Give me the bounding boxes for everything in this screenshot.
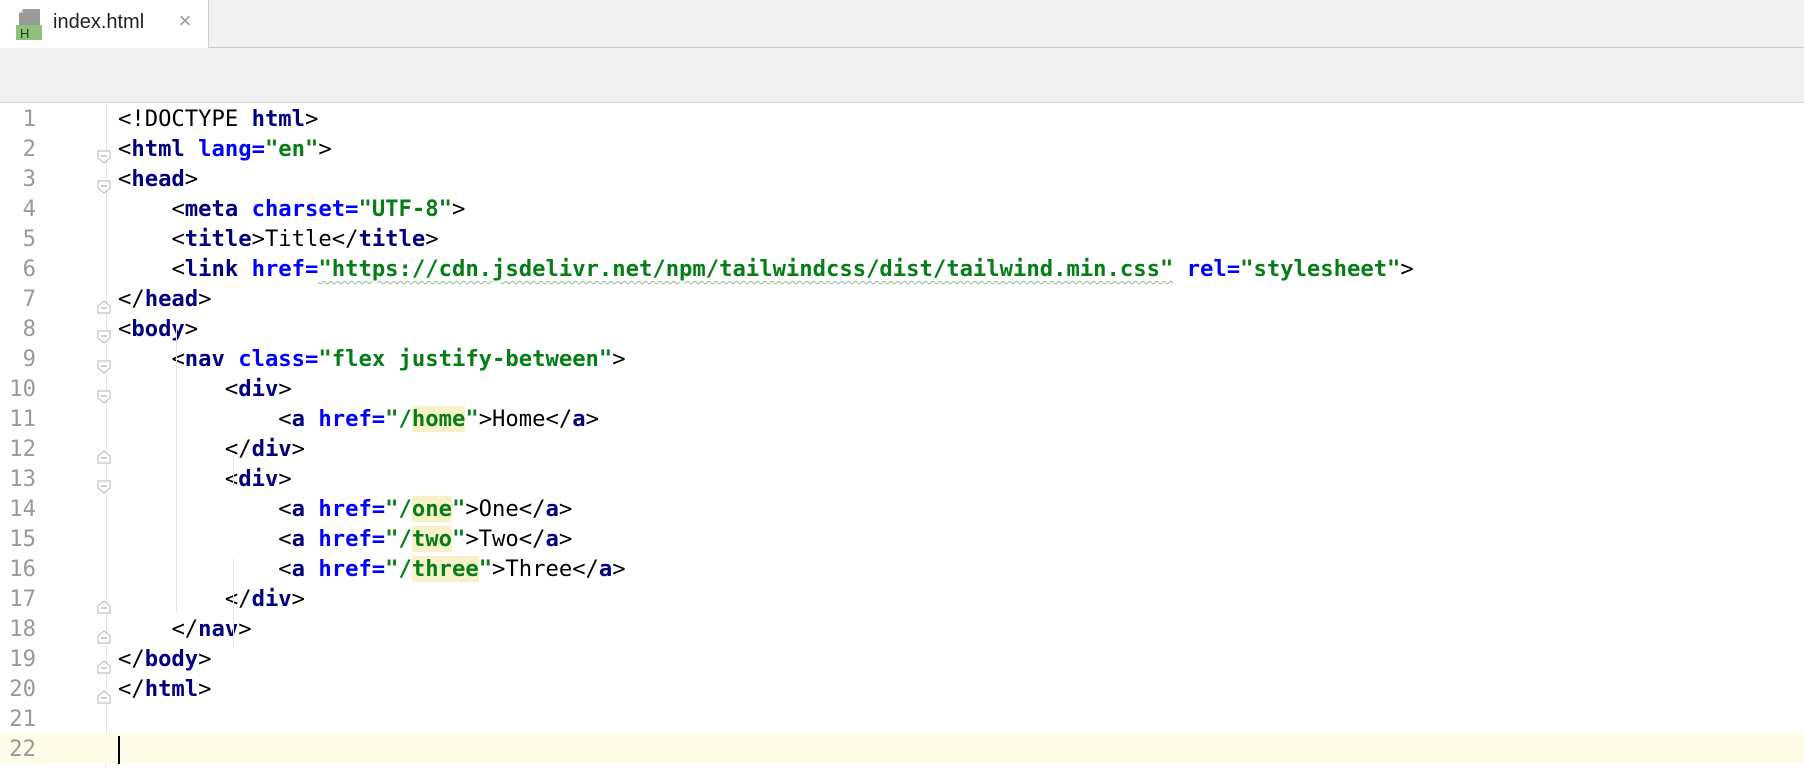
code-line[interactable]: 18 </nav> xyxy=(0,614,1804,644)
code-line[interactable]: 7 </head> xyxy=(0,284,1804,314)
code-line[interactable]: 11 <a href="/home">Home</a> xyxy=(0,404,1804,434)
code-editor[interactable]: 1 <!DOCTYPE html> 2 <html lang="en"> 3 <head>… xyxy=(0,103,1804,768)
line-number: 15 xyxy=(9,526,36,552)
line-number: 17 xyxy=(9,586,36,612)
tab-label: index.html xyxy=(53,11,145,33)
code-text: </nav> xyxy=(171,616,252,642)
fold-open-icon[interactable] xyxy=(97,142,111,164)
code-text: <title>Title</title> xyxy=(171,226,439,252)
line-number: 13 xyxy=(9,466,36,492)
code-line[interactable]: 16 <a href="/three">Three</a> xyxy=(0,554,1804,584)
code-text: <body> xyxy=(118,316,199,342)
line-number: 3 xyxy=(22,166,36,192)
code-text: <meta charset="UTF-8"> xyxy=(171,196,466,222)
code-line[interactable]: 21 xyxy=(0,704,1804,734)
code-line[interactable]: 5 <title>Title</title> xyxy=(0,224,1804,254)
code-line[interactable]: 19 </body> xyxy=(0,644,1804,674)
indent-guide xyxy=(233,559,234,647)
code-line[interactable]: 22 xyxy=(0,734,1804,764)
fold-close-icon[interactable] xyxy=(97,682,111,704)
line-number: 20 xyxy=(9,676,36,702)
code-line[interactable]: 3 <head> xyxy=(0,164,1804,194)
code-line[interactable]: 8 <body> xyxy=(0,314,1804,344)
code-line[interactable]: 9 <nav class="flex justify-between"> xyxy=(0,344,1804,374)
line-number: 12 xyxy=(9,436,36,462)
line-number: 8 xyxy=(22,316,36,342)
editor-tab-bar: H index.html × xyxy=(0,0,1804,48)
code-text: <a href="/home">Home</a> xyxy=(278,406,599,432)
code-line[interactable]: 14 <a href="/one">One</a> xyxy=(0,494,1804,524)
fold-open-icon[interactable] xyxy=(97,352,111,374)
fold-open-icon[interactable] xyxy=(97,172,111,194)
line-number: 2 xyxy=(22,136,36,162)
fold-close-icon[interactable] xyxy=(97,592,111,614)
code-line[interactable]: 1 <!DOCTYPE html> xyxy=(0,104,1804,134)
code-line[interactable]: 20 </html> xyxy=(0,674,1804,704)
code-text: </html> xyxy=(118,676,212,702)
fold-close-icon[interactable] xyxy=(97,442,111,464)
line-number: 7 xyxy=(22,286,36,312)
code-text: </div> xyxy=(224,436,306,462)
fold-close-icon[interactable] xyxy=(97,652,111,674)
line-number: 21 xyxy=(9,706,36,732)
line-number: 5 xyxy=(22,226,36,252)
line-number: 19 xyxy=(9,646,36,672)
code-text: <a href="/two">Two</a> xyxy=(278,526,573,552)
line-number: 18 xyxy=(9,616,36,642)
code-text: <div> xyxy=(224,376,292,402)
line-number: 1 xyxy=(22,106,36,132)
fold-open-icon[interactable] xyxy=(97,382,111,404)
line-number: 16 xyxy=(9,556,36,582)
code-line[interactable]: 12 </div> xyxy=(0,434,1804,464)
fold-open-icon[interactable] xyxy=(97,472,111,494)
tab-index-html[interactable]: H index.html × xyxy=(0,0,209,48)
code-line[interactable]: 10 <div> xyxy=(0,374,1804,404)
svg-text:H: H xyxy=(20,26,29,40)
code-text: <html lang="en"> xyxy=(118,136,332,162)
indent-guide xyxy=(176,324,177,612)
html-file-icon: H xyxy=(16,8,47,41)
fold-close-icon[interactable] xyxy=(97,292,111,314)
code-text: </body> xyxy=(118,646,212,672)
line-number: 6 xyxy=(22,256,36,282)
code-line[interactable]: 15 <a href="/two">Two</a> xyxy=(0,524,1804,554)
fold-close-icon[interactable] xyxy=(97,622,111,644)
code-text: <a href="/one">One</a> xyxy=(278,496,573,522)
code-line[interactable]: 2 <html lang="en"> xyxy=(0,134,1804,164)
close-icon[interactable]: × xyxy=(174,10,196,32)
code-text: <!DOCTYPE html> xyxy=(118,106,319,132)
code-line[interactable]: 4 <meta charset="UTF-8"> xyxy=(0,194,1804,224)
code-text: <link href="https://cdn.jsdelivr.net/npm… xyxy=(171,256,1414,282)
code-line[interactable]: 6 <link href="https://cdn.jsdelivr.net/n… xyxy=(0,254,1804,284)
code-line[interactable]: 13 <div> xyxy=(0,464,1804,494)
breadcrumb-toolbar xyxy=(0,48,1804,103)
code-text: </head> xyxy=(118,286,212,312)
line-number: 22 xyxy=(9,736,36,762)
fold-open-icon[interactable] xyxy=(97,322,111,344)
code-text: </div> xyxy=(224,586,306,612)
line-number: 11 xyxy=(9,406,36,432)
line-number: 4 xyxy=(22,196,36,222)
code-line[interactable]: 17 </div> xyxy=(0,584,1804,614)
code-text: <a href="/three">Three</a> xyxy=(278,556,626,582)
line-number: 9 xyxy=(22,346,36,372)
indent-guide xyxy=(233,455,234,487)
code-text: <head> xyxy=(118,166,199,192)
text-caret xyxy=(118,736,120,764)
line-number: 10 xyxy=(9,376,36,402)
code-text: <nav class="flex justify-between"> xyxy=(171,346,626,372)
line-number: 14 xyxy=(9,496,36,522)
code-text: <div> xyxy=(224,466,292,492)
